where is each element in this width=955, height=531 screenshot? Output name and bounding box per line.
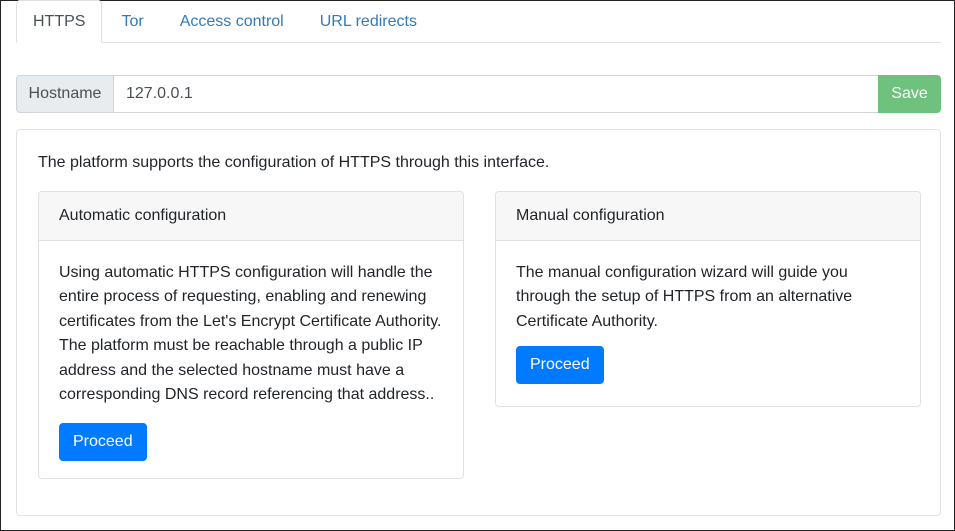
- automatic-desc-line: entire process of requesting, enabling a…: [59, 288, 427, 306]
- app-frame: HTTPS Tor Access control URL redirects H…: [0, 0, 955, 531]
- tab-access-control[interactable]: Access control: [163, 0, 301, 42]
- hostname-label: Hostname: [16, 75, 114, 113]
- manual-config-card: Manual configuration The manual configur…: [495, 191, 921, 407]
- manual-desc-line: The manual configuration wizard will gui…: [516, 264, 848, 281]
- automatic-proceed-button[interactable]: Proceed: [59, 423, 147, 462]
- intro-text: The platform supports the configuration …: [38, 154, 550, 171]
- automatic-desc-line: address and the selected hostname must h…: [59, 361, 405, 379]
- automatic-desc-line: The platform must be reachable through a…: [59, 337, 423, 355]
- manual-proceed-button[interactable]: Proceed: [516, 346, 604, 385]
- save-button[interactable]: Save: [878, 75, 941, 113]
- hostname-input[interactable]: [114, 75, 878, 113]
- tab-url-redirects[interactable]: URL redirects: [303, 0, 434, 42]
- automatic-config-card: Automatic configuration Using automatic …: [38, 191, 464, 479]
- automatic-desc-line: corresponding DNS record referencing tha…: [59, 386, 435, 404]
- automatic-config-body: Using automatic HTTPS configuration will…: [39, 241, 463, 462]
- automatic-desc-line: certificates from the Let's Encrypt Cert…: [59, 312, 442, 330]
- manual-config-body: The manual configuration wizard will gui…: [496, 241, 920, 385]
- hostname-input-group: Hostname Save: [16, 75, 941, 113]
- manual-desc-line: Certificate Authority.: [516, 312, 658, 330]
- automatic-desc-line: Using automatic HTTPS configuration will…: [59, 264, 433, 281]
- automatic-config-title: Automatic configuration: [39, 192, 463, 241]
- manual-desc-line: through the setup of HTTPS from an alter…: [516, 288, 853, 306]
- manual-config-title: Manual configuration: [496, 192, 920, 241]
- https-config-card: The platform supports the configuration …: [16, 129, 941, 516]
- tab-https[interactable]: HTTPS: [16, 0, 103, 43]
- tab-tor[interactable]: Tor: [104, 0, 160, 42]
- tab-bar: HTTPS Tor Access control URL redirects: [16, 0, 941, 43]
